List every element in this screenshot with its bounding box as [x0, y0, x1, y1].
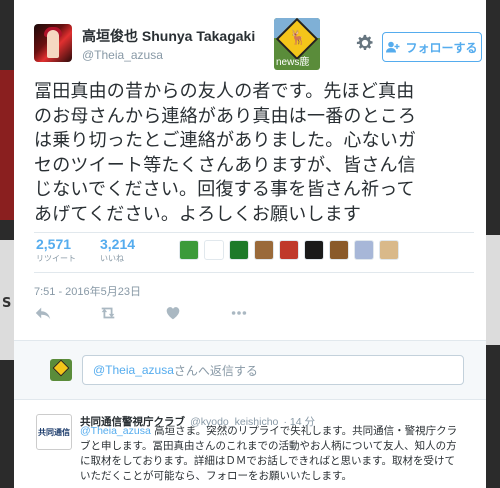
reply-avatar-text: 共同通信: [38, 427, 70, 437]
liker-avatar[interactable]: [354, 240, 374, 260]
background-panel-right: [486, 235, 500, 345]
tweet-line: じないでください。回復する事を皆さん祈って: [34, 179, 415, 200]
reply-line: に取材をしております。詳細はＤＭでお話しできればと思います。取材を受けて: [80, 455, 455, 467]
reply-icon[interactable]: [34, 304, 52, 322]
background-image-red: [0, 70, 14, 220]
reply-text: @Theia_azusa 高垣さま。突然のリプライで失礼します。共同通信・警視庁…: [80, 424, 475, 484]
follow-button[interactable]: フォローする: [382, 32, 482, 62]
liker-avatar[interactable]: [204, 240, 224, 260]
liker-avatars: [179, 240, 399, 260]
background-left: S: [0, 0, 14, 488]
retweet-stat[interactable]: 2,571 リツイート: [36, 236, 76, 264]
tweet-line: セのツイート等たくさんありますが、皆さん信: [34, 154, 416, 176]
liker-avatar[interactable]: [329, 240, 349, 260]
like-label: いいね: [100, 254, 124, 263]
author-handle[interactable]: @Theia_azusa: [82, 48, 255, 62]
reply-text-mention[interactable]: @Theia_azusa: [80, 425, 151, 437]
retweet-count[interactable]: 2,571: [36, 236, 76, 252]
tweet-text: 冨田真由の昔からの友人の者です。先ほど真由 のお母さんから連絡があり真由は一番の…: [34, 80, 474, 227]
tweet-header: 高垣俊也 Shunya Takagaki @Theia_azusa 🦌 news…: [34, 18, 482, 74]
reply-input[interactable]: @Theia_azusa さんへ返信する: [82, 355, 464, 385]
follow-button-label: フォローする: [405, 40, 478, 55]
deer-sign-icon: [52, 359, 70, 377]
reply-line: ブと申します。冨田真由さんのこれまでの活動やお人柄について友人、知人の方: [80, 440, 457, 452]
tweet-card: 高垣俊也 Shunya Takagaki @Theia_azusa 🦌 news…: [14, 0, 486, 488]
liker-avatar[interactable]: [379, 240, 399, 260]
reply-tweet[interactable]: 共同通信 共同通信警視庁クラブ @kyodo_keishicho · 14 分 …: [14, 400, 486, 488]
background-letter: S: [2, 296, 12, 311]
gear-icon[interactable]: [356, 34, 374, 52]
retweet-icon[interactable]: [98, 304, 118, 322]
deer-icon: 🦌: [289, 30, 307, 46]
more-icon[interactable]: [230, 304, 248, 322]
background-right: [486, 0, 500, 488]
tweet-actions: [34, 300, 474, 326]
add-user-icon: [386, 41, 400, 53]
tweet-line: あげてください。よろしくお願いします: [34, 203, 362, 225]
retweet-label: リツイート: [36, 254, 76, 263]
reply-compose-area: @Theia_azusa さんへ返信する: [14, 340, 486, 400]
like-count[interactable]: 3,214: [100, 236, 135, 252]
liker-avatar[interactable]: [254, 240, 274, 260]
liker-avatar[interactable]: [229, 240, 249, 260]
tweet-line: 冨田真由の昔からの友人の者です。先ほど真由: [34, 81, 415, 102]
like-stat[interactable]: 3,214 いいね: [100, 236, 135, 264]
author-name-block[interactable]: 高垣俊也 Shunya Takagaki @Theia_azusa: [82, 26, 255, 62]
current-user-avatar: [50, 359, 72, 381]
tweet-line: は乗り切ったとご連絡がありました。心ないガ: [34, 130, 417, 151]
tweet-stats: 2,571 リツイート 3,214 いいね: [34, 232, 474, 272]
liker-avatar[interactable]: [279, 240, 299, 260]
news-deer-badge[interactable]: 🦌 news鹿: [274, 18, 320, 70]
badge-label: news鹿: [276, 57, 310, 68]
reply-placeholder: さんへ返信する: [173, 363, 258, 378]
tweet-line: のお母さんから連絡があり真由は一番のところ: [34, 105, 417, 127]
reply-author-avatar[interactable]: 共同通信: [36, 414, 72, 450]
reply-mention: @Theia_azusa: [93, 363, 174, 377]
tweet-timestamp[interactable]: 7:51 - 2016年5月23日: [34, 283, 141, 299]
reply-line: 高垣さま。突然のリプライで失礼します。共同通信・警視庁クラ: [150, 425, 458, 437]
author-avatar[interactable]: [34, 24, 72, 62]
author-display-name[interactable]: 高垣俊也 Shunya Takagaki: [82, 26, 255, 46]
divider: [34, 272, 474, 273]
liker-avatar[interactable]: [179, 240, 199, 260]
liker-avatar[interactable]: [304, 240, 324, 260]
avatar-figure: [47, 30, 59, 58]
heart-icon[interactable]: [164, 304, 182, 322]
reply-line: いただくことが可能なら、フォローをお願いいたします。: [80, 470, 352, 482]
